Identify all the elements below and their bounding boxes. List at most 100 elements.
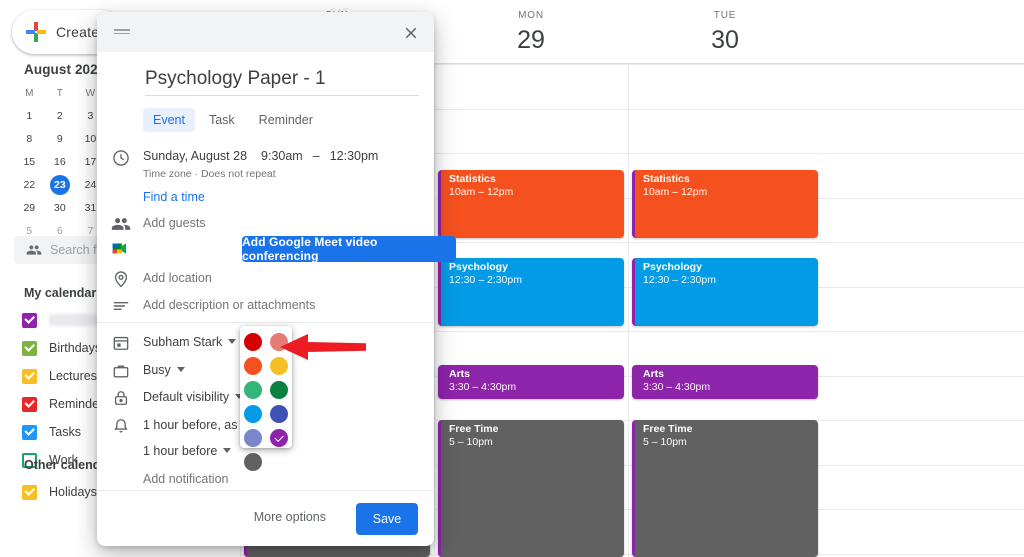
dialog-title-bar[interactable] bbox=[97, 12, 434, 52]
location-pin-icon bbox=[114, 271, 128, 288]
event-start-time[interactable]: 9:30am bbox=[261, 148, 303, 165]
tab-task[interactable]: Task bbox=[199, 108, 245, 132]
calendar-icon bbox=[113, 336, 129, 350]
annotation-arrow-icon bbox=[280, 334, 366, 360]
color-swatch-lavender[interactable] bbox=[244, 429, 262, 447]
calendar-event[interactable]: Arts 3:30 – 4:30pm bbox=[438, 365, 624, 399]
event-title: Statistics bbox=[643, 173, 690, 185]
day-column-divider-2 bbox=[628, 48, 629, 557]
color-swatch-blueberry[interactable] bbox=[270, 405, 288, 423]
event-time: 5 – 10pm bbox=[449, 436, 493, 448]
event-time: 5 – 10pm bbox=[643, 436, 687, 448]
chevron-down-icon[interactable] bbox=[176, 367, 185, 373]
other-calendar-checkbox[interactable] bbox=[22, 484, 37, 500]
calendar-event[interactable]: Psychology 12:30 – 2:30pm bbox=[632, 258, 818, 326]
timezone-repeat-subtext: Time zone · Does not repeat bbox=[143, 168, 276, 180]
dialog-divider-top bbox=[97, 322, 434, 323]
day-number[interactable]: 29 bbox=[434, 25, 628, 55]
day-header-tue[interactable]: TUE 30 bbox=[628, 0, 822, 64]
google-meet-icon bbox=[111, 240, 131, 260]
my-calendar-label: Lectures bbox=[49, 369, 97, 383]
my-calendar-checkbox[interactable] bbox=[22, 312, 37, 328]
mini-calendar-day[interactable]: 15 bbox=[14, 150, 45, 173]
my-calendars-heading: My calendars bbox=[24, 286, 104, 300]
event-end-time[interactable]: 12:30pm bbox=[330, 148, 379, 165]
people-icon bbox=[111, 218, 131, 230]
color-swatch-grape[interactable] bbox=[270, 429, 288, 447]
event-title: Psychology bbox=[449, 261, 508, 273]
event-title: Psychology bbox=[643, 261, 702, 273]
find-a-time-link[interactable]: Find a time bbox=[143, 190, 205, 204]
lock-icon bbox=[114, 391, 128, 405]
calendar-event[interactable]: Psychology 12:30 – 2:30pm bbox=[438, 258, 624, 326]
my-calendar-checkbox[interactable] bbox=[22, 424, 37, 440]
day-number[interactable]: 30 bbox=[628, 25, 822, 55]
mini-calendar-day[interactable]: 2 bbox=[45, 104, 76, 127]
calendar-event[interactable]: Statistics 10am – 12pm bbox=[632, 170, 818, 238]
tab-reminder[interactable]: Reminder bbox=[249, 108, 323, 132]
calendar-event[interactable]: Statistics 10am – 12pm bbox=[438, 170, 624, 238]
my-calendar-checkbox[interactable] bbox=[22, 396, 37, 412]
calendar-event[interactable]: Free Time 5 – 10pm bbox=[438, 420, 624, 557]
tab-event[interactable]: Event bbox=[143, 108, 195, 132]
my-calendar-label: Tasks bbox=[49, 425, 81, 439]
mini-calendar-day[interactable]: 1 bbox=[14, 104, 45, 127]
chevron-down-icon[interactable] bbox=[228, 339, 237, 345]
event-title: Free Time bbox=[643, 423, 693, 435]
event-title-input[interactable]: Psychology Paper - 1 bbox=[145, 66, 419, 96]
calendar-owner-label[interactable]: Subham Stark bbox=[143, 335, 222, 349]
my-calendar-checkbox[interactable] bbox=[22, 340, 37, 356]
event-time: 10am – 12pm bbox=[643, 186, 708, 198]
add-location-label[interactable]: Add location bbox=[143, 271, 212, 285]
calendar-event[interactable]: Arts 3:30 – 4:30pm bbox=[632, 365, 818, 399]
calendar-event[interactable]: Free Time 5 – 10pm bbox=[632, 420, 818, 557]
event-editor-dialog[interactable]: Psychology Paper - 1 Event Task Reminder… bbox=[97, 12, 456, 546]
save-button[interactable]: Save bbox=[356, 503, 418, 535]
color-swatch-graphite[interactable] bbox=[244, 453, 262, 471]
add-guests-label[interactable]: Add guests bbox=[143, 216, 206, 230]
event-title: Free Time bbox=[449, 423, 499, 435]
day-header-mon[interactable]: MON 29 bbox=[434, 0, 628, 64]
visibility-label[interactable]: Default visibility bbox=[143, 390, 229, 404]
add-google-meet-button[interactable]: Add Google Meet video conferencing bbox=[242, 235, 456, 263]
my-calendar-label: Birthdays bbox=[49, 341, 102, 355]
clock-icon bbox=[113, 150, 129, 166]
availability-label[interactable]: Busy bbox=[143, 363, 171, 377]
dialog-footer: More options Save bbox=[97, 490, 434, 546]
notification-select-label[interactable]: 1 hour before bbox=[143, 444, 217, 458]
day-column-divider-1 bbox=[434, 48, 435, 557]
mini-calendar-day[interactable]: 23 bbox=[45, 173, 76, 196]
add-description-label[interactable]: Add description or attachments bbox=[143, 298, 315, 312]
mini-calendar-day[interactable]: 29 bbox=[14, 196, 45, 219]
plus-icon bbox=[26, 22, 46, 42]
event-date[interactable]: Sunday, August 28 bbox=[143, 148, 247, 165]
add-notification-label[interactable]: Add notification bbox=[143, 472, 228, 486]
mini-calendar-month-label: August 2022 bbox=[24, 62, 106, 77]
color-swatch-basil[interactable] bbox=[270, 381, 288, 399]
mini-calendar-day[interactable]: 30 bbox=[45, 196, 76, 219]
color-swatch-peacock[interactable] bbox=[244, 405, 262, 423]
mini-calendar-day[interactable]: 16 bbox=[45, 150, 76, 173]
create-button-label: Create bbox=[56, 24, 100, 40]
event-title: Arts bbox=[643, 368, 665, 380]
description-icon bbox=[113, 301, 129, 311]
mini-calendar-weekday-1: T bbox=[56, 87, 63, 99]
dialog-type-tabs[interactable]: Event Task Reminder bbox=[143, 108, 323, 132]
mini-calendar-day[interactable]: 9 bbox=[45, 127, 76, 150]
event-title: Statistics bbox=[449, 173, 496, 185]
color-swatch-tomato[interactable] bbox=[244, 333, 262, 351]
event-time: 12:30 – 2:30pm bbox=[643, 274, 716, 286]
mini-calendar-day[interactable]: 8 bbox=[14, 127, 45, 150]
event-time: 3:30 – 4:30pm bbox=[643, 381, 711, 393]
mini-calendar-day[interactable]: 22 bbox=[14, 173, 45, 196]
close-icon[interactable] bbox=[402, 24, 420, 42]
color-swatch-sage[interactable] bbox=[244, 381, 262, 399]
drag-handle-icon[interactable] bbox=[114, 29, 130, 35]
chevron-down-icon[interactable] bbox=[223, 448, 232, 454]
more-options-button[interactable]: More options bbox=[254, 510, 326, 524]
bell-icon bbox=[114, 419, 128, 433]
google-calendar-app: Create August 2022 MTWTFSS 1234567891011… bbox=[0, 0, 1024, 557]
my-calendar-checkbox[interactable] bbox=[22, 368, 37, 384]
day-of-week-label: MON bbox=[518, 10, 544, 21]
color-swatch-tangerine[interactable] bbox=[244, 357, 262, 375]
